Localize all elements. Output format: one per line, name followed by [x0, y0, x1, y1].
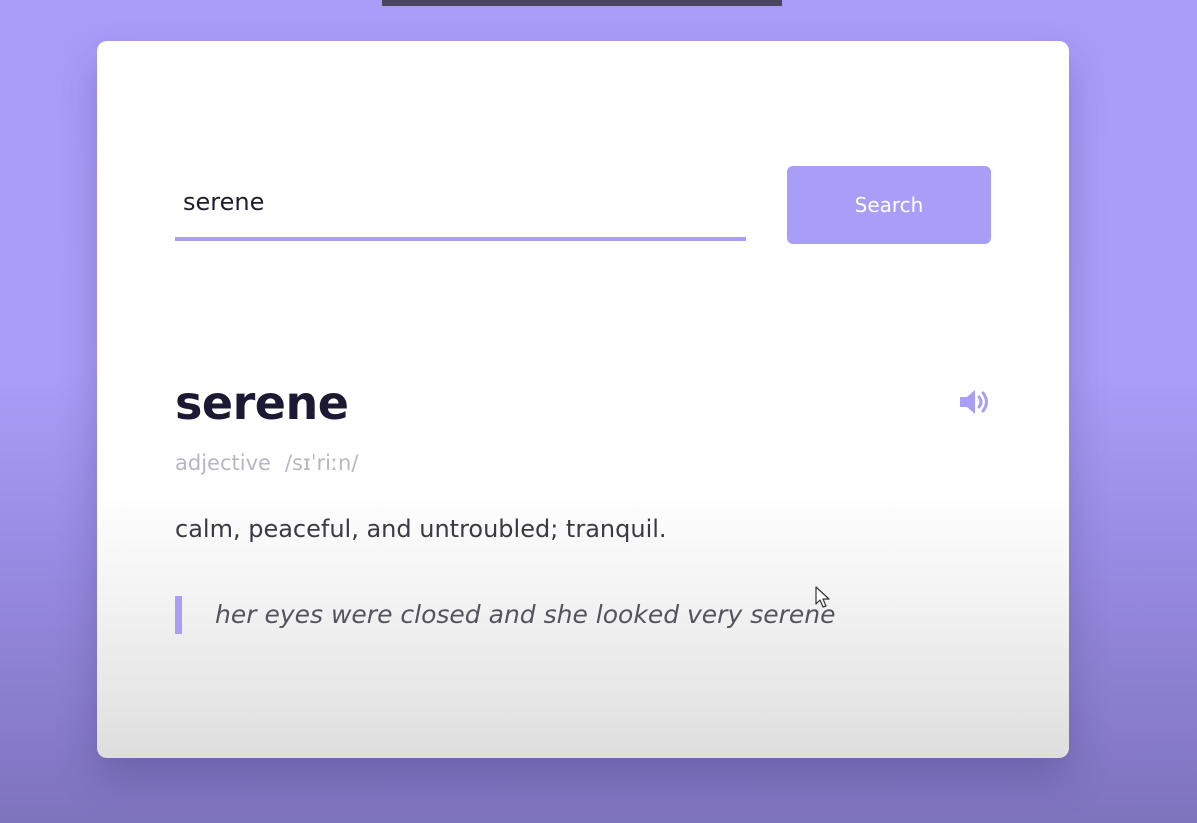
speaker-icon[interactable] — [957, 384, 993, 420]
search-input[interactable] — [175, 167, 746, 241]
word-title: serene — [175, 376, 349, 430]
word-meta: adjective/sɪˈriːn/ — [175, 448, 358, 478]
definition-text: calm, peaceful, and untroubled; tranquil… — [175, 515, 667, 543]
phonetic: /sɪˈriːn/ — [284, 451, 359, 475]
example-sentence: her eyes were closed and she looked very… — [175, 596, 875, 634]
dictionary-card: Search serene adjective/sɪˈriːn/ calm, p… — [97, 41, 1069, 758]
part-of-speech: adjective — [175, 451, 271, 475]
browser-top-bar — [382, 0, 782, 6]
search-button[interactable]: Search — [787, 166, 991, 244]
mouse-cursor-icon — [815, 586, 831, 610]
